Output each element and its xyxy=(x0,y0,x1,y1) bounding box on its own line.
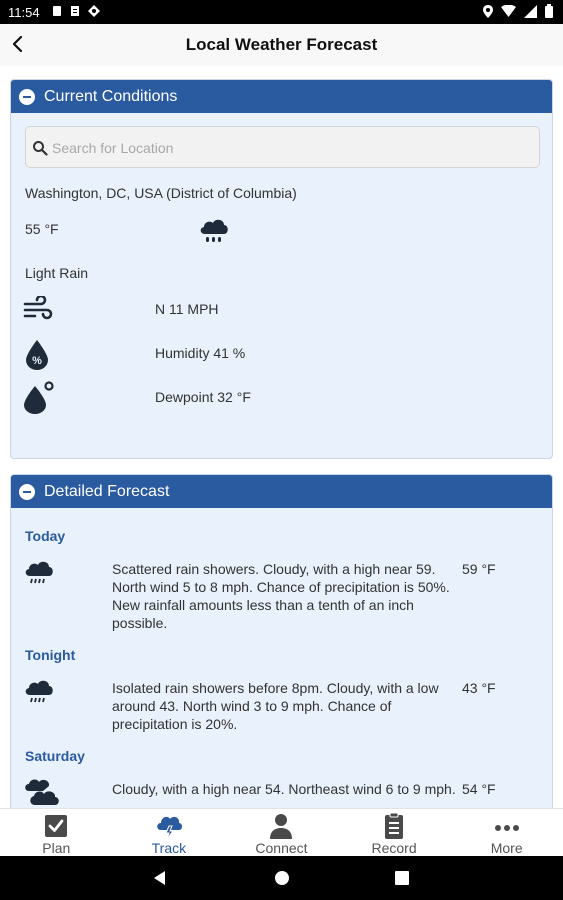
nav-label: Plan xyxy=(42,840,71,856)
nav-item-plan[interactable]: Plan xyxy=(0,809,113,857)
nav-label: Record xyxy=(371,840,417,856)
forecast-period-name: Today xyxy=(25,528,66,544)
forecast-description: Isolated rain showers before 8pm. Cloudy… xyxy=(112,680,439,732)
settings-icon xyxy=(88,5,100,17)
nav-item-track[interactable]: Track xyxy=(113,809,226,857)
nav-item-connect[interactable]: Connect xyxy=(225,809,338,857)
location-text: Washington, DC, USA (District of Columbi… xyxy=(25,185,297,201)
nav-label: Track xyxy=(151,840,187,856)
sim-icon xyxy=(53,6,61,16)
back-triangle-icon[interactable] xyxy=(152,870,168,886)
forecast-temp: 54 °F xyxy=(462,781,496,797)
humidity-value: Humidity 41 % xyxy=(155,345,246,361)
current-temperature: 55 °F xyxy=(25,221,59,237)
section-title: Current Conditions xyxy=(44,87,178,105)
humidity-icon: % xyxy=(26,340,48,370)
detailed-forecast-header[interactable]: Detailed Forecast xyxy=(11,475,552,508)
status-bar: 11:54 xyxy=(0,0,563,24)
notification-icons xyxy=(52,5,100,17)
recents-square-icon[interactable] xyxy=(394,870,410,886)
rain-cloud-icon xyxy=(25,561,53,584)
more-dots-icon xyxy=(494,825,519,831)
system-navigation-bar xyxy=(0,856,563,900)
home-circle-icon[interactable] xyxy=(274,870,290,886)
search-field[interactable] xyxy=(25,126,540,168)
wind-icon xyxy=(23,296,53,320)
current-conditions-header[interactable]: Current Conditions xyxy=(11,80,552,113)
wifi-icon xyxy=(501,5,516,17)
storm-cloud-icon xyxy=(157,816,182,840)
search-icon xyxy=(33,141,48,156)
bottom-navigation: Plan Track Connect Record More xyxy=(0,808,563,857)
page-title: Local Weather Forecast xyxy=(185,35,378,54)
checkbox-icon xyxy=(45,815,68,837)
app-bar: Local Weather Forecast xyxy=(0,24,563,67)
file-icon xyxy=(71,6,79,16)
cloudy-icon xyxy=(25,779,59,805)
content-scroll-area[interactable]: Current Conditions Washington, DC, USA (… xyxy=(0,66,563,808)
dewpoint-icon xyxy=(24,381,54,414)
rain-cloud-icon xyxy=(25,680,53,703)
wind-value: N 11 MPH xyxy=(155,301,219,317)
forecast-temp: 43 °F xyxy=(462,680,496,696)
forecast-description: Cloudy, with a high near 54. Northeast w… xyxy=(112,781,456,797)
clipboard-icon xyxy=(385,812,404,839)
detailed-forecast-panel: Detailed Forecast Today Scattered rain s… xyxy=(10,474,553,808)
collapse-icon[interactable] xyxy=(19,483,35,500)
forecast-period-name: Saturday xyxy=(25,748,85,764)
current-conditions-panel: Current Conditions Washington, DC, USA (… xyxy=(10,79,553,459)
nav-label: Connect xyxy=(255,840,308,856)
location-icon xyxy=(483,4,493,18)
collapse-icon[interactable] xyxy=(19,88,35,105)
status-time: 11:54 xyxy=(8,5,40,20)
forecast-period-name: Tonight xyxy=(25,647,76,663)
forecast-description: Scattered rain showers. Cloudy, with a h… xyxy=(112,561,450,631)
battery-icon xyxy=(545,4,553,18)
signal-icon xyxy=(524,4,537,18)
current-condition: Light Rain xyxy=(25,265,89,281)
forecast-temp: 59 °F xyxy=(462,561,496,577)
nav-item-more[interactable]: More xyxy=(450,809,563,857)
rain-cloud-icon xyxy=(200,219,228,242)
dewpoint-value: Dewpoint 32 °F xyxy=(155,389,251,405)
nav-label: More xyxy=(490,840,523,856)
person-icon xyxy=(270,814,293,839)
system-icons xyxy=(483,4,553,18)
section-title: Detailed Forecast xyxy=(44,482,170,500)
search-input[interactable] xyxy=(50,137,534,159)
svg-text:%: % xyxy=(32,355,42,367)
nav-item-record[interactable]: Record xyxy=(338,809,451,857)
